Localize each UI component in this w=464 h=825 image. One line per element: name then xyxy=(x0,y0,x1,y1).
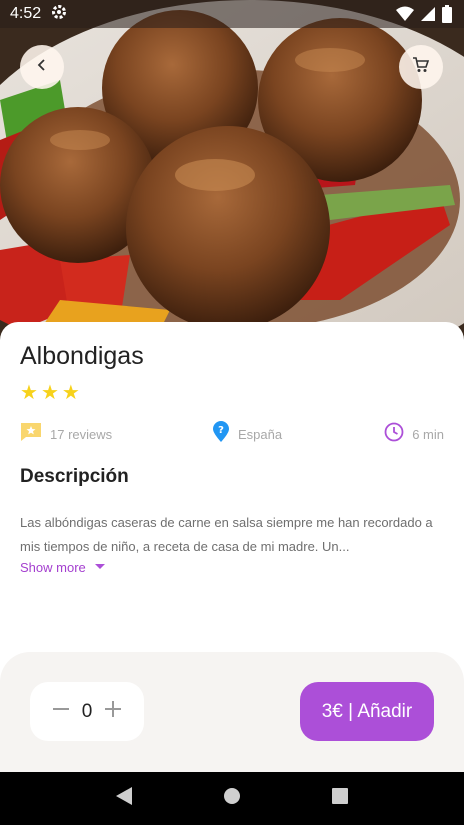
cart-button[interactable] xyxy=(399,45,443,89)
add-to-cart-button[interactable]: 3€ | Añadir xyxy=(300,682,434,741)
show-more-link[interactable]: Show more xyxy=(20,558,106,576)
location-icon: ? xyxy=(212,420,230,448)
star-icon: ★ xyxy=(20,380,38,404)
description-text: Las albóndigas caseras de carne en salsa… xyxy=(20,515,433,554)
home-nav-button[interactable] xyxy=(223,787,241,810)
description-heading: Descripción xyxy=(20,466,129,487)
bottom-action-bar: 0 3€ | Añadir xyxy=(0,652,464,772)
product-detail-card: Albondigas ★ ★ ★ 17 reviews ? España 6 m… xyxy=(0,322,464,682)
cart-icon xyxy=(412,56,430,79)
star-icon: ★ xyxy=(61,380,80,404)
back-nav-button[interactable] xyxy=(115,786,133,811)
quantity-stepper: 0 xyxy=(30,682,144,741)
reviews-count: 17 reviews xyxy=(50,426,113,442)
country-label: España xyxy=(238,426,283,442)
time-info: 6 min xyxy=(384,422,444,446)
navigation-bar xyxy=(0,772,464,825)
status-bar: 4:52 xyxy=(0,0,464,28)
clock-icon xyxy=(384,422,404,447)
reviews-info[interactable]: 17 reviews xyxy=(20,422,112,446)
plus-button[interactable] xyxy=(104,700,122,723)
country-info: ? España xyxy=(212,420,283,448)
status-time: 4:52 xyxy=(10,5,42,22)
signal-icon xyxy=(420,6,436,27)
recents-nav-button[interactable] xyxy=(331,787,349,810)
chevron-left-icon xyxy=(35,58,49,77)
back-button[interactable] xyxy=(20,45,64,89)
settings-icon xyxy=(51,4,67,25)
chevron-down-icon xyxy=(94,558,106,576)
quantity-value: 0 xyxy=(81,700,93,722)
minus-button[interactable] xyxy=(52,700,70,723)
hero-food-image xyxy=(0,0,464,352)
product-title: Albondigas xyxy=(20,342,144,370)
review-icon xyxy=(20,422,42,447)
star-icon: ★ xyxy=(40,380,59,404)
svg-text:?: ? xyxy=(218,425,224,436)
wifi-icon xyxy=(396,6,414,27)
show-more-label: Show more xyxy=(20,559,86,575)
battery-icon xyxy=(442,5,452,28)
time-label: 6 min xyxy=(412,426,444,442)
rating-stars: ★ ★ ★ xyxy=(20,382,80,402)
